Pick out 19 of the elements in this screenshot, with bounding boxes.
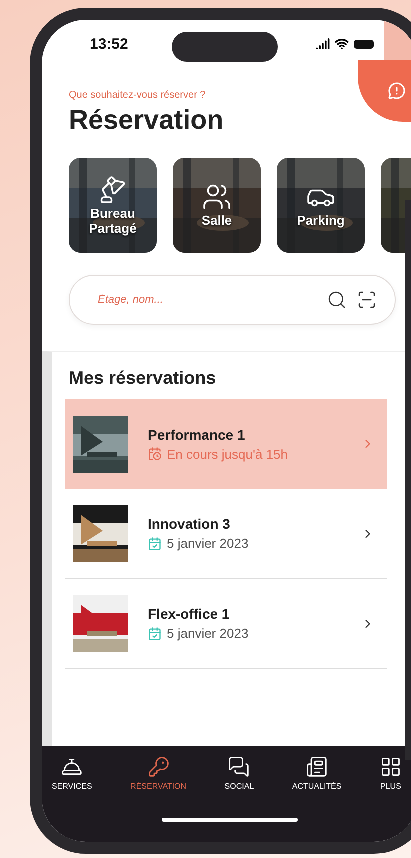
reservation-date: 5 janvier 2023 xyxy=(167,626,249,641)
category-label: Salle xyxy=(202,214,232,229)
reservation-name: Innovation 3 xyxy=(148,516,232,532)
nav-tab[interactable]: SERVICES xyxy=(50,756,94,816)
page-title: Réservation xyxy=(69,105,225,136)
reservation-date: En cours jusqu'à 15h xyxy=(167,446,288,462)
category-label: Bureau Partagé xyxy=(88,206,138,236)
nav-tab[interactable]: SOCIAL xyxy=(222,756,256,816)
reservation-name: Flex-office 1 xyxy=(148,606,231,622)
section-title: Mes réservations xyxy=(69,368,218,389)
reservation-date: 5 janvier 2023 xyxy=(167,536,249,551)
nav-tab[interactable]: RÉSERVATION xyxy=(128,756,189,816)
nav-tab[interactable]: ACTUALITÉS xyxy=(290,756,344,816)
reservation-name: Performance 1 xyxy=(148,426,246,442)
header-subtitle: Que souhaitez-vous réserver ? xyxy=(69,90,206,101)
reservation-row[interactable]: Performance 1 En cours jusqu'à 15h xyxy=(65,399,387,489)
status-time: 13:52 xyxy=(90,36,128,52)
nav-tab[interactable]: PLUS xyxy=(378,756,404,816)
category-label: Parking xyxy=(297,214,345,229)
